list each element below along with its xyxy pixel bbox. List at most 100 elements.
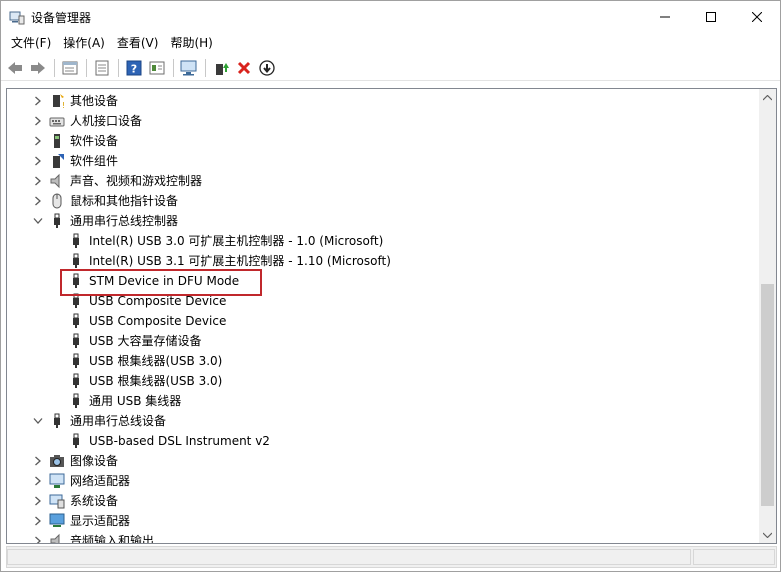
- tree-item-label: USB 根集线器(USB 3.0): [89, 354, 223, 368]
- update-driver-button[interactable]: [210, 57, 232, 79]
- expand-toggle[interactable]: [33, 196, 43, 206]
- expand-toggle[interactable]: [33, 516, 43, 526]
- expand-chevron-icon: [35, 156, 41, 166]
- expand-chevron-icon: [35, 116, 41, 126]
- tree-item-label: Intel(R) USB 3.0 可扩展主机控制器 - 1.0 (Microso…: [89, 234, 384, 248]
- status-segment: [7, 549, 691, 565]
- tree-item-label: 显示适配器: [70, 514, 131, 528]
- tree-device[interactable]: USB Composite Device: [7, 311, 760, 331]
- collapse-toggle[interactable]: [33, 216, 43, 226]
- tree-device[interactable]: USB 大容量存储设备: [7, 331, 760, 351]
- expand-toggle[interactable]: [33, 456, 43, 466]
- expand-chevron-icon: [35, 456, 41, 466]
- scroll-thumb[interactable]: [761, 284, 774, 506]
- tree-category[interactable]: 通用串行总线控制器: [7, 211, 760, 231]
- toolbar-separator: [205, 58, 206, 77]
- expand-toggle[interactable]: [33, 476, 43, 486]
- tree-category[interactable]: 网络适配器: [7, 471, 760, 491]
- hid-icon: [49, 113, 65, 129]
- toolbar-separator: [86, 58, 87, 77]
- maximize-button[interactable]: [688, 1, 734, 32]
- software-component-icon: [49, 153, 65, 169]
- disable-button[interactable]: [256, 57, 278, 79]
- expand-toggle[interactable]: [33, 136, 43, 146]
- collapse-chevron-icon: [33, 218, 43, 224]
- mouse-icon: [49, 193, 65, 209]
- tree-item-label: 软件组件: [70, 154, 119, 168]
- tree-device[interactable]: Intel(R) USB 3.0 可扩展主机控制器 - 1.0 (Microso…: [7, 231, 760, 251]
- device-tree[interactable]: ! 其他设备 人机接口设备 软件设备软件组件声音、视频和游戏控制器鼠标和其他指针设备通…: [7, 89, 760, 543]
- expand-toggle[interactable]: [33, 536, 43, 543]
- title-bar[interactable]: 设备管理器: [1, 1, 780, 32]
- menu-bar: 文件(F) 操作(A) 查看(V) 帮助(H): [1, 33, 780, 53]
- menu-view[interactable]: 查看(V): [111, 33, 165, 53]
- expand-chevron-icon: [35, 476, 41, 486]
- toolbar-separator: [54, 58, 55, 77]
- tree-category[interactable]: 鼠标和其他指针设备: [7, 191, 760, 211]
- properties-button[interactable]: [59, 57, 81, 79]
- tree-category[interactable]: ! 其他设备: [7, 91, 760, 111]
- forward-button[interactable]: [27, 57, 49, 79]
- display-adapter-icon: [49, 513, 65, 529]
- scroll-up-arrow[interactable]: [759, 89, 776, 106]
- tree-item-label: 网络适配器: [70, 474, 131, 488]
- audio-io-icon: [49, 533, 65, 543]
- tree-item-label: USB 大容量存储设备: [89, 334, 202, 348]
- close-button[interactable]: [734, 1, 780, 32]
- tree-item-label: USB-based DSL Instrument v2: [89, 434, 270, 448]
- tree-category[interactable]: 显示适配器: [7, 511, 760, 531]
- usb-icon: [49, 413, 65, 429]
- expand-toggle[interactable]: [33, 496, 43, 506]
- minimize-button[interactable]: [642, 1, 688, 32]
- tree-category[interactable]: 音频输入和输出: [7, 531, 760, 543]
- menu-help[interactable]: 帮助(H): [164, 33, 218, 53]
- tree-device[interactable]: USB 根集线器(USB 3.0): [7, 371, 760, 391]
- back-button[interactable]: [4, 57, 26, 79]
- expand-toggle[interactable]: [33, 116, 43, 126]
- view-details-icon: [149, 61, 165, 74]
- tree-device[interactable]: USB 根集线器(USB 3.0): [7, 351, 760, 371]
- tree-item-label: 鼠标和其他指针设备: [70, 194, 179, 208]
- view-details-button[interactable]: [146, 57, 168, 79]
- tree-category[interactable]: 软件设备: [7, 131, 760, 151]
- expand-toggle[interactable]: [33, 156, 43, 166]
- software-device-icon: [49, 133, 65, 149]
- tree-category[interactable]: 人机接口设备: [7, 111, 760, 131]
- status-segment: [693, 549, 775, 565]
- tree-category[interactable]: 通用串行总线设备: [7, 411, 760, 431]
- tree-item-label: 其他设备: [70, 94, 119, 108]
- expand-toggle[interactable]: [33, 96, 43, 106]
- menu-file[interactable]: 文件(F): [5, 33, 57, 53]
- close-icon: [752, 11, 762, 22]
- annotation-highlight-box: [60, 269, 262, 296]
- usb-icon: [49, 213, 65, 229]
- help-button[interactable]: ?: [123, 57, 145, 79]
- expand-chevron-icon: [35, 136, 41, 146]
- usb-icon: [68, 353, 84, 369]
- usb-icon: [68, 373, 84, 389]
- tree-device[interactable]: Intel(R) USB 3.1 可扩展主机控制器 - 1.10 (Micros…: [7, 251, 760, 271]
- refresh-list-button[interactable]: [91, 57, 113, 79]
- help-icon: ?: [126, 60, 142, 75]
- toolbar-separator: [173, 58, 174, 77]
- tree-category[interactable]: 声音、视频和游戏控制器: [7, 171, 760, 191]
- status-bar: [6, 546, 777, 568]
- uninstall-button[interactable]: [233, 57, 255, 79]
- system-device-icon: [49, 493, 65, 509]
- expand-toggle[interactable]: [33, 176, 43, 186]
- scan-hardware-button[interactable]: [178, 57, 200, 79]
- expand-chevron-icon: [35, 196, 41, 206]
- collapse-toggle[interactable]: [33, 416, 43, 426]
- disable-icon: [259, 59, 275, 76]
- tree-item-label: 系统设备: [70, 494, 119, 508]
- tree-category[interactable]: 图像设备: [7, 451, 760, 471]
- tree-category[interactable]: 系统设备: [7, 491, 760, 511]
- usb-icon: [68, 233, 84, 249]
- menu-action[interactable]: 操作(A): [57, 33, 111, 53]
- tree-device[interactable]: 通用 USB 集线器: [7, 391, 760, 411]
- tree-category[interactable]: 软件组件: [7, 151, 760, 171]
- vertical-scrollbar[interactable]: [759, 89, 776, 543]
- scroll-down-arrow[interactable]: [759, 526, 776, 543]
- network-adapter-icon: [49, 473, 65, 489]
- tree-device[interactable]: USB-based DSL Instrument v2: [7, 431, 760, 451]
